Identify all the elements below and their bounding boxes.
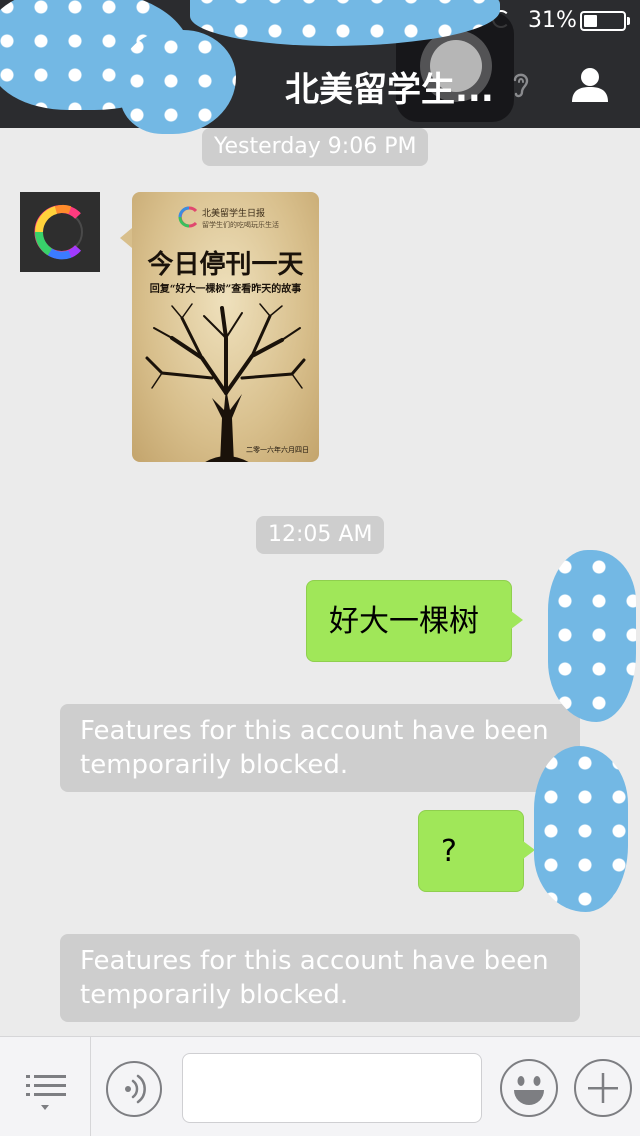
poster-tagline: 留学生们的吃喝玩乐生活 (202, 221, 279, 229)
tree-illustration (145, 303, 306, 462)
message-text: ? (441, 834, 457, 869)
emoji-icon[interactable] (500, 1059, 558, 1117)
redaction-blob (534, 746, 628, 912)
poster-headline: 今日停刊一天 (147, 250, 304, 280)
image-message[interactable]: 北美留学生日报 留学生们的吃喝玩乐生活 今日停刊一天 回复“好大一棵树”查看昨天… (132, 192, 319, 462)
redaction-blob (548, 550, 636, 722)
battery-level-fill (584, 15, 597, 27)
message-text: 好大一棵树 (329, 604, 479, 639)
voice-icon[interactable] (106, 1061, 162, 1117)
user-icon[interactable] (570, 64, 610, 104)
poster-subtitle: 回复“好大一棵树”查看昨天的故事 (149, 284, 302, 295)
chat-title: 北美留学生... (285, 70, 494, 110)
add-icon (588, 1073, 618, 1103)
avatar[interactable] (20, 192, 100, 272)
poster-date: 二零一六年六月四日 (246, 446, 309, 454)
system-notice: Features for this account have been temp… (60, 934, 580, 1022)
battery-icon (580, 11, 630, 31)
message-input[interactable] (182, 1053, 482, 1123)
bubble-tail (120, 228, 132, 248)
divider (90, 1037, 91, 1136)
timestamp: Yesterday 9:06 PM (202, 128, 429, 166)
sound-wave-icon (125, 1074, 146, 1104)
sent-message-bubble[interactable]: 好大一棵树 (306, 580, 523, 662)
notice-text: Features for this account have been temp… (80, 946, 549, 1010)
poster-logo-icon (178, 206, 198, 228)
input-bar (0, 1036, 640, 1136)
battery-percentage: 31% (528, 8, 577, 33)
sent-message-bubble[interactable]: ? (418, 810, 535, 892)
system-notice: Features for this account have been temp… (60, 704, 580, 792)
account-logo-icon (34, 204, 83, 260)
timestamp: 12:05 AM (256, 516, 385, 554)
menu-icon[interactable] (22, 1067, 68, 1117)
ear-icon (513, 73, 529, 98)
poster-logo-text: 北美留学生日报 (202, 209, 266, 219)
plus-icon[interactable] (574, 1059, 632, 1117)
notice-text: Features for this account have been temp… (80, 716, 549, 780)
smiley-face-icon (514, 1076, 544, 1105)
